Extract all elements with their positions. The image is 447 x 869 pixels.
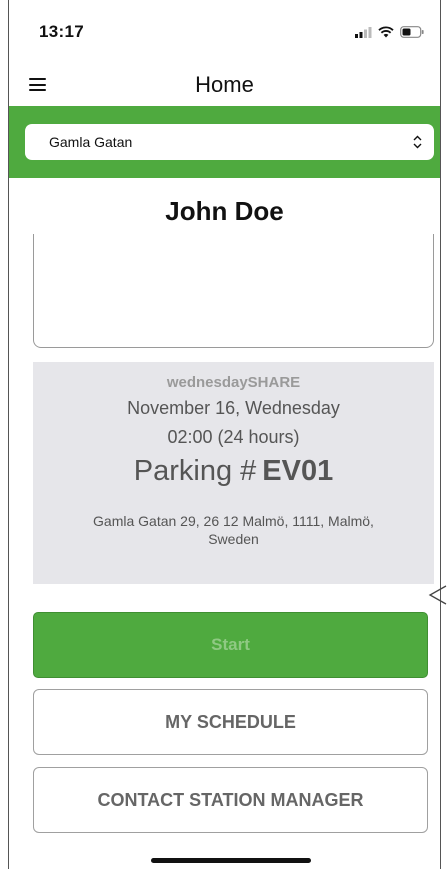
- parking-code: EV01: [262, 455, 334, 487]
- message-box[interactable]: [33, 234, 434, 348]
- wifi-icon: [378, 26, 394, 38]
- nav-bar: Home: [9, 64, 440, 106]
- status-time: 13:17: [39, 22, 84, 41]
- location-select[interactable]: Gamla Gatan: [25, 124, 434, 160]
- home-indicator[interactable]: [151, 858, 311, 863]
- booking-address: Gamla Gatan 29, 26 12 Malmö, 1111, Malmö…: [93, 513, 374, 547]
- phone-screen: 13:17 Home Gamla Gatan John Doe wednesda…: [8, 0, 447, 869]
- battery-icon: [400, 26, 424, 38]
- page-title: Home: [195, 72, 254, 97]
- parking-number: Parking # EV01: [33, 455, 434, 488]
- brand-label: wednesdaySHARE: [166, 374, 301, 391]
- booking-date: November 16, Wednesday: [127, 398, 340, 418]
- contact-station-manager-button[interactable]: CONTACT STATION MANAGER: [33, 767, 428, 833]
- my-schedule-button[interactable]: MY SCHEDULE: [33, 689, 428, 755]
- parking-prefix: Parking #: [133, 455, 257, 487]
- location-select-value: Gamla Gatan: [49, 134, 133, 150]
- booking-time: 02:00 (24 hours): [167, 427, 300, 447]
- left-chevron-icon[interactable]: [427, 582, 447, 608]
- location-bar: Gamla Gatan: [9, 106, 440, 178]
- status-icons: [355, 26, 424, 38]
- chevron-up-down-icon: [413, 135, 422, 149]
- start-button[interactable]: Start: [33, 612, 428, 678]
- hamburger-menu-icon[interactable]: [29, 78, 46, 91]
- status-bar: 13:17: [9, 0, 440, 64]
- booking-card: wednesdaySHARE November 16, Wednesday 02…: [33, 362, 434, 584]
- cellular-signal-icon: [355, 26, 372, 38]
- user-name: John Doe: [165, 196, 284, 226]
